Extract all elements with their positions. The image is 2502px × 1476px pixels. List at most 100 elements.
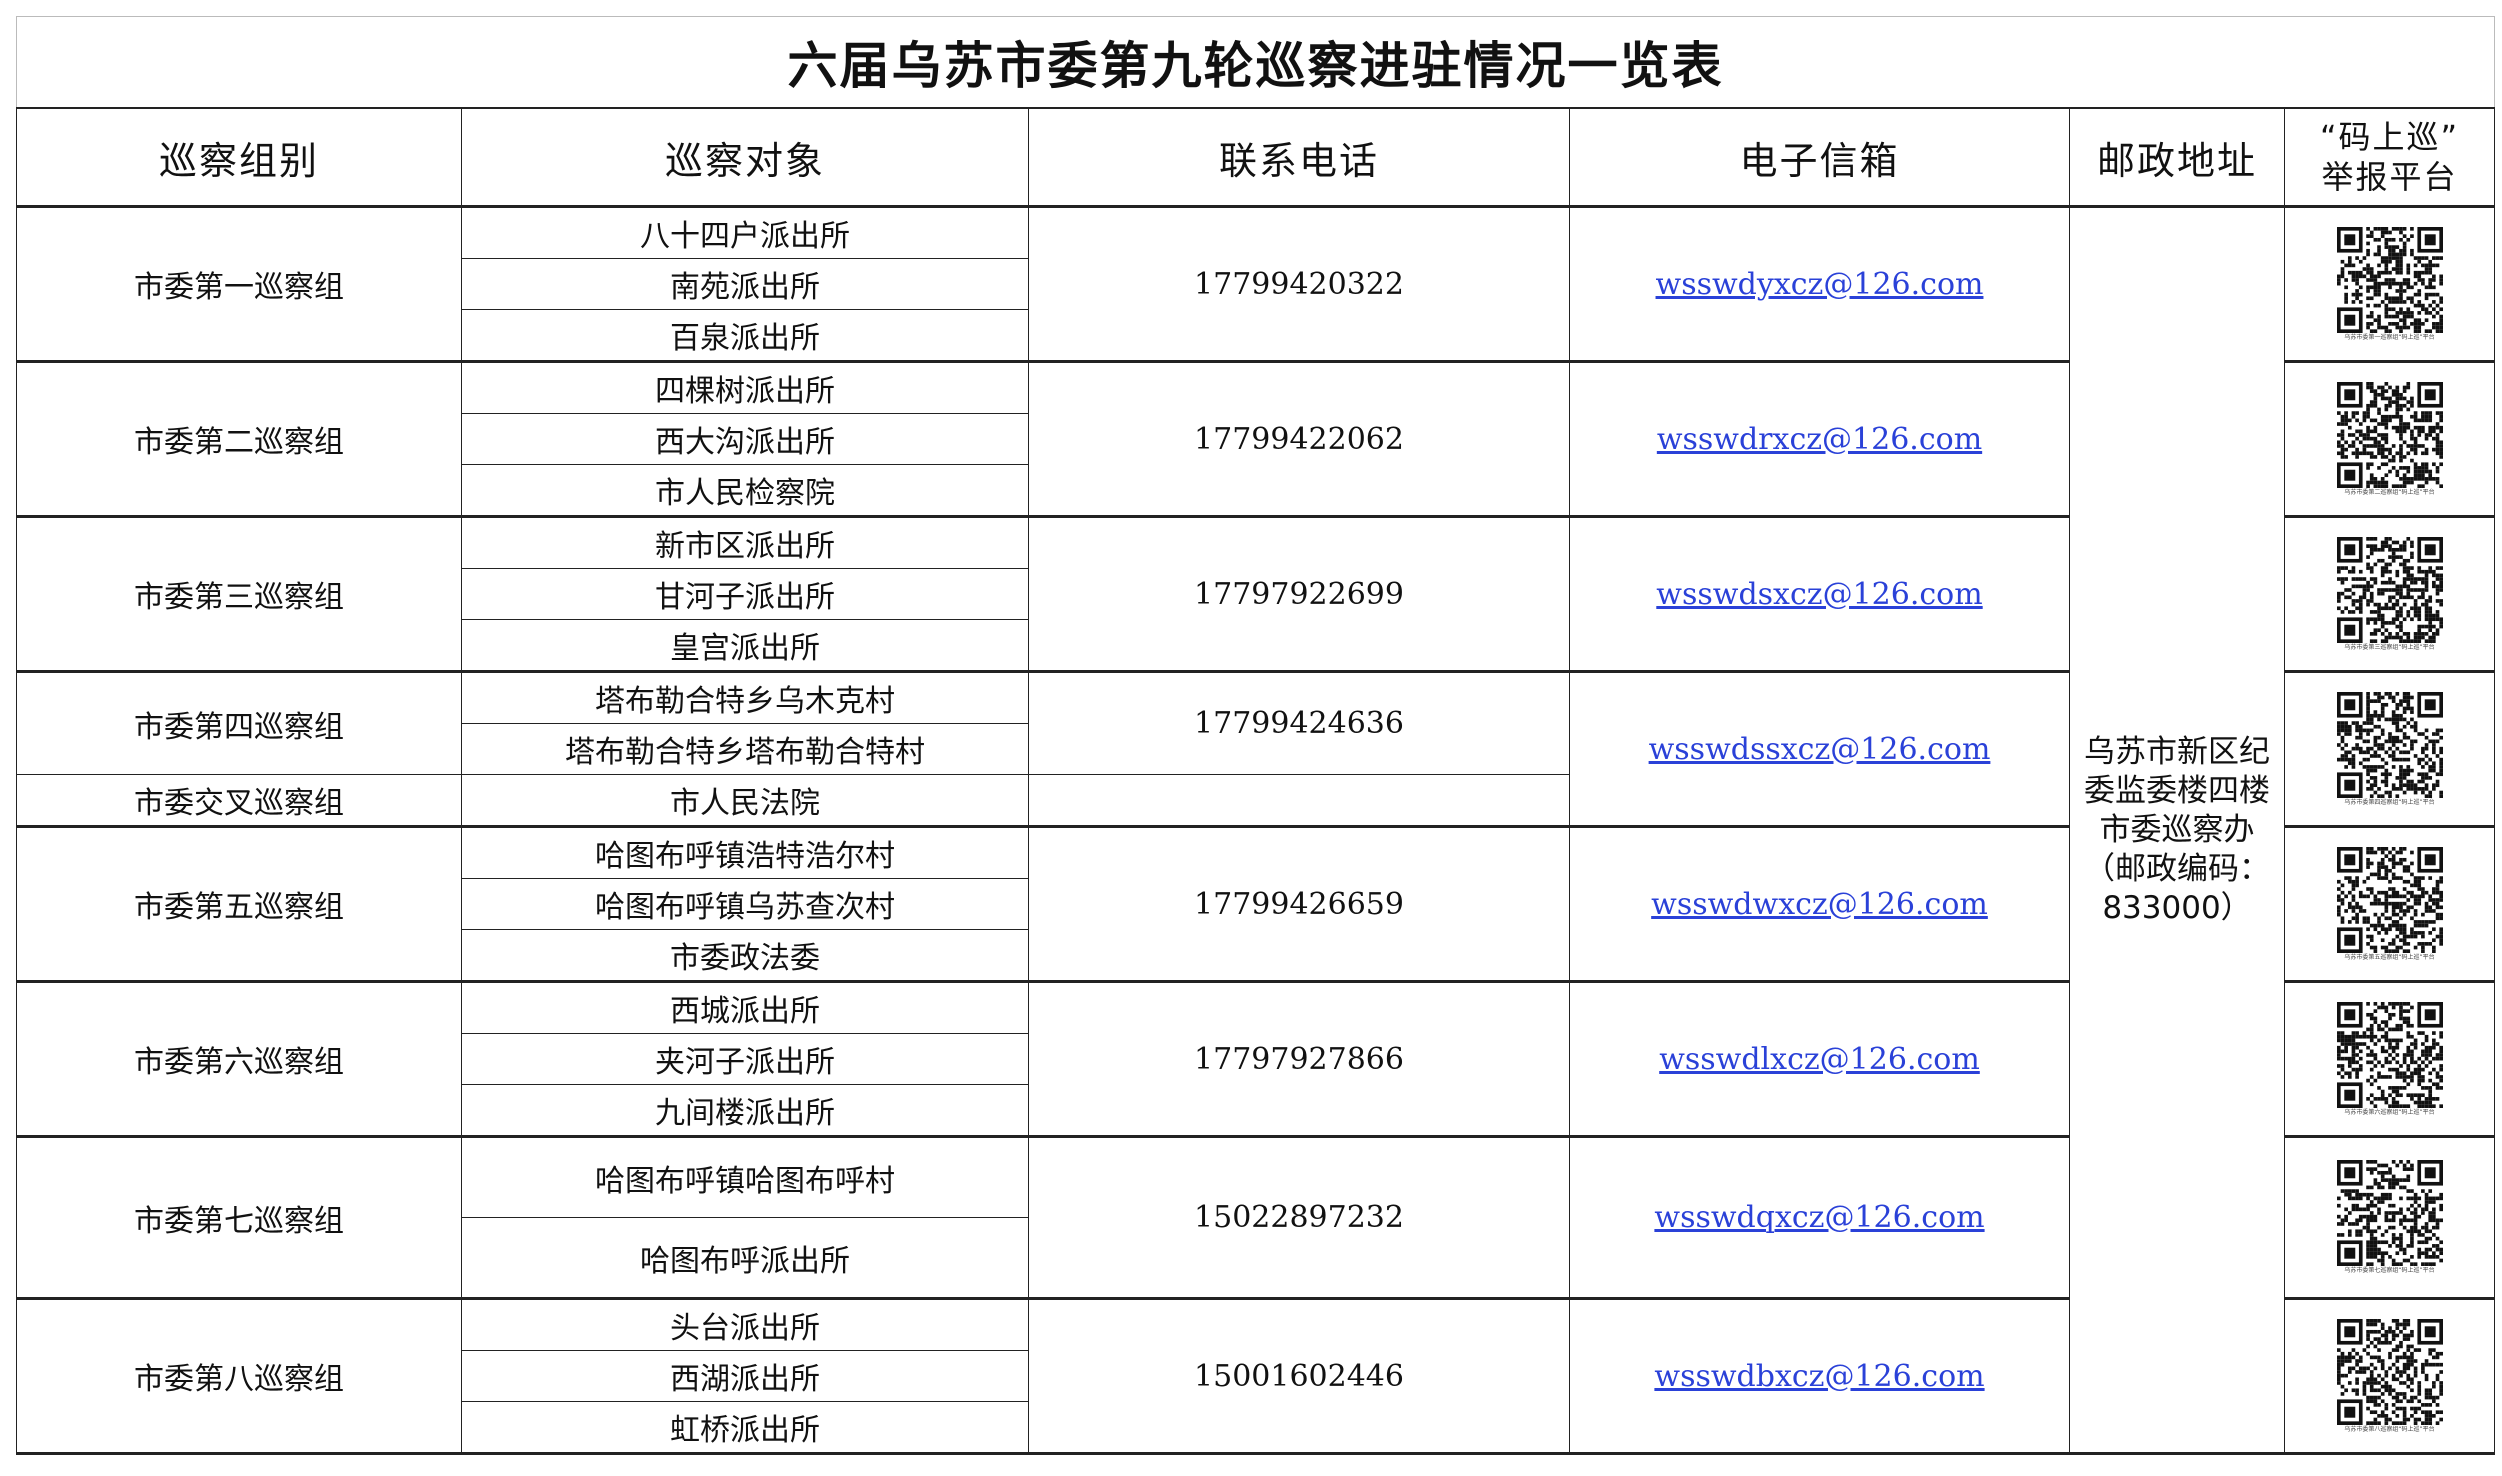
report-sheet: 六届乌苏市委第九轮巡察进驻情况一览表 巡察组别 巡察对象 联系电话 电子信箱 邮… xyxy=(15,16,2496,1464)
phone-cell: 17799420322 xyxy=(1028,205,1570,362)
qr-code-icon[interactable] xyxy=(2336,691,2443,798)
phone-cell: 15001602446 xyxy=(1028,1297,1570,1454)
header-group: 巡察组别 xyxy=(16,107,462,207)
qr-caption: 乌苏市委第二巡察组“码上巡”平台 xyxy=(2344,488,2435,496)
target-cell: 西大沟派出所 xyxy=(461,413,1029,465)
email-link[interactable]: wsswdsxcz@126.com xyxy=(1656,577,1982,612)
target-cell: 哈图布呼派出所 xyxy=(461,1217,1029,1299)
phone-cell: 17797922699 xyxy=(1028,515,1570,672)
target-cell: 甘河子派出所 xyxy=(461,568,1029,620)
group-cell: 市委第六巡察组 xyxy=(16,980,462,1137)
qr-code-icon[interactable] xyxy=(2336,846,2443,953)
header-target: 巡察对象 xyxy=(461,107,1029,207)
page-title: 六届乌苏市委第九轮巡察进驻情况一览表 xyxy=(15,16,2496,109)
header-qr-line2: 举报平台 xyxy=(2321,158,2458,196)
header-qr-line1: “码上巡” xyxy=(2319,118,2460,156)
target-cell: 百泉派出所 xyxy=(461,309,1029,362)
header-email: 电子信箱 xyxy=(1569,107,2070,207)
qr-code-icon[interactable] xyxy=(2336,381,2443,488)
email-link[interactable]: wsswdssxcz@126.com xyxy=(1649,732,1991,767)
phone-cell-empty xyxy=(1028,774,1570,827)
qr-cell: 乌苏市委第七巡察组“码上巡”平台 xyxy=(2283,1135,2496,1299)
header-address: 邮政地址 xyxy=(2069,107,2285,207)
inspection-table: 六届乌苏市委第九轮巡察进驻情况一览表 巡察组别 巡察对象 联系电话 电子信箱 邮… xyxy=(15,16,2496,1455)
phone-cell: 17799424636 xyxy=(1028,670,1570,775)
qr-cell: 乌苏市委第八巡察组“码上巡”平台 xyxy=(2283,1297,2496,1454)
email-cell: wsswdsxcz@126.com xyxy=(1569,515,2070,672)
address-line: 委监委楼四楼 xyxy=(2084,772,2270,809)
email-cell: wsswdssxcz@126.com xyxy=(1569,670,2070,827)
target-cell: 九间楼派出所 xyxy=(461,1084,1029,1137)
address-line: 乌苏市新区纪 xyxy=(2084,733,2270,770)
address-line: 833000） xyxy=(2102,889,2252,926)
qr-code-icon[interactable] xyxy=(2336,226,2443,333)
address-line: （邮政编码： xyxy=(2084,850,2270,887)
qr-code-icon[interactable] xyxy=(2336,1160,2443,1266)
email-link[interactable]: wsswdbxcz@126.com xyxy=(1654,1359,1984,1394)
phone-cell: 17799426659 xyxy=(1028,825,1570,982)
qr-caption: 乌苏市委第四巡察组“码上巡”平台 xyxy=(2344,798,2435,806)
target-cell: 头台派出所 xyxy=(461,1297,1029,1351)
target-cell: 新市区派出所 xyxy=(461,515,1029,569)
group-cell: 市委交叉巡察组 xyxy=(16,774,462,827)
group-cell: 市委第一巡察组 xyxy=(16,205,462,362)
address-cell: 乌苏市新区纪 委监委楼四楼 市委巡察办 （邮政编码： 833000） xyxy=(2069,205,2285,1454)
target-cell: 哈图布呼镇哈图布呼村 xyxy=(461,1135,1029,1218)
group-cell: 市委第七巡察组 xyxy=(16,1135,462,1299)
phone-cell: 17797927866 xyxy=(1028,980,1570,1137)
target-cell: 塔布勒合特乡塔布勒合特村 xyxy=(461,723,1029,775)
target-cell: 塔布勒合特乡乌木克村 xyxy=(461,670,1029,724)
email-cell: wsswdbxcz@126.com xyxy=(1569,1297,2070,1454)
qr-cell: 乌苏市委第五巡察组“码上巡”平台 xyxy=(2283,825,2496,982)
target-cell: 市人民检察院 xyxy=(461,464,1029,517)
target-cell: 皇宫派出所 xyxy=(461,619,1029,672)
qr-caption: 乌苏市委第五巡察组“码上巡”平台 xyxy=(2344,953,2435,961)
qr-cell: 乌苏市委第四巡察组“码上巡”平台 xyxy=(2283,670,2496,827)
email-link[interactable]: wsswdqxcz@126.com xyxy=(1654,1200,1984,1235)
qr-code-icon[interactable] xyxy=(2336,1001,2443,1108)
qr-caption: 乌苏市委第六巡察组“码上巡”平台 xyxy=(2344,1108,2435,1116)
qr-cell: 乌苏市委第三巡察组“码上巡”平台 xyxy=(2283,515,2496,672)
group-cell: 市委第二巡察组 xyxy=(16,360,462,517)
group-cell: 市委第三巡察组 xyxy=(16,515,462,672)
email-cell: wsswdlxcz@126.com xyxy=(1569,980,2070,1137)
target-cell: 西湖派出所 xyxy=(461,1350,1029,1402)
email-cell: wsswdqxcz@126.com xyxy=(1569,1135,2070,1299)
email-cell: wsswdrxcz@126.com xyxy=(1569,360,2070,517)
target-cell: 南苑派出所 xyxy=(461,258,1029,310)
group-cell: 市委第四巡察组 xyxy=(16,670,462,775)
qr-code-icon[interactable] xyxy=(2336,1318,2443,1425)
target-cell: 虹桥派出所 xyxy=(461,1401,1029,1454)
target-cell: 八十四户派出所 xyxy=(461,205,1029,259)
header-phone: 联系电话 xyxy=(1028,107,1570,207)
phone-cell: 15022897232 xyxy=(1028,1135,1570,1299)
qr-cell: 乌苏市委第六巡察组“码上巡”平台 xyxy=(2283,980,2496,1137)
target-cell: 市委政法委 xyxy=(461,929,1029,982)
table-row: 市委第一巡察组 八十四户派出所 17799420322 wsswdyxcz@12… xyxy=(16,205,2496,1454)
target-cell: 西城派出所 xyxy=(461,980,1029,1034)
phone-cell: 17799422062 xyxy=(1028,360,1570,517)
target-cell: 哈图布呼镇乌苏查次村 xyxy=(461,878,1029,930)
address-line: 市委巡察办 xyxy=(2099,811,2255,848)
target-cell: 市人民法院 xyxy=(461,774,1029,827)
qr-caption: 乌苏市委第一巡察组“码上巡”平台 xyxy=(2344,333,2435,341)
email-cell: wsswdwxcz@126.com xyxy=(1569,825,2070,982)
group-cell: 市委第八巡察组 xyxy=(16,1297,462,1454)
target-cell: 哈图布呼镇浩特浩尔村 xyxy=(461,825,1029,879)
header-row: 巡察组别 巡察对象 联系电话 电子信箱 邮政地址 “码上巡” 举报平台 xyxy=(16,107,2496,207)
qr-code-icon[interactable] xyxy=(2336,536,2443,643)
qr-caption: 乌苏市委第八巡察组“码上巡”平台 xyxy=(2344,1425,2435,1433)
qr-caption: 乌苏市委第三巡察组“码上巡”平台 xyxy=(2344,643,2435,651)
email-link[interactable]: wsswdlxcz@126.com xyxy=(1659,1042,1980,1077)
email-cell: wsswdyxcz@126.com xyxy=(1569,205,2070,362)
qr-cell: 乌苏市委第二巡察组“码上巡”平台 xyxy=(2283,360,2496,517)
email-link[interactable]: wsswdyxcz@126.com xyxy=(1656,267,1984,302)
qr-cell: 乌苏市委第一巡察组“码上巡”平台 xyxy=(2283,205,2496,362)
qr-caption: 乌苏市委第七巡察组“码上巡”平台 xyxy=(2344,1267,2435,1274)
target-cell: 夹河子派出所 xyxy=(461,1033,1029,1085)
header-qr: “码上巡” 举报平台 xyxy=(2283,107,2496,207)
target-cell: 四棵树派出所 xyxy=(461,360,1029,414)
group-cell: 市委第五巡察组 xyxy=(16,825,462,982)
email-link[interactable]: wsswdrxcz@126.com xyxy=(1657,422,1982,457)
email-link[interactable]: wsswdwxcz@126.com xyxy=(1651,887,1988,922)
